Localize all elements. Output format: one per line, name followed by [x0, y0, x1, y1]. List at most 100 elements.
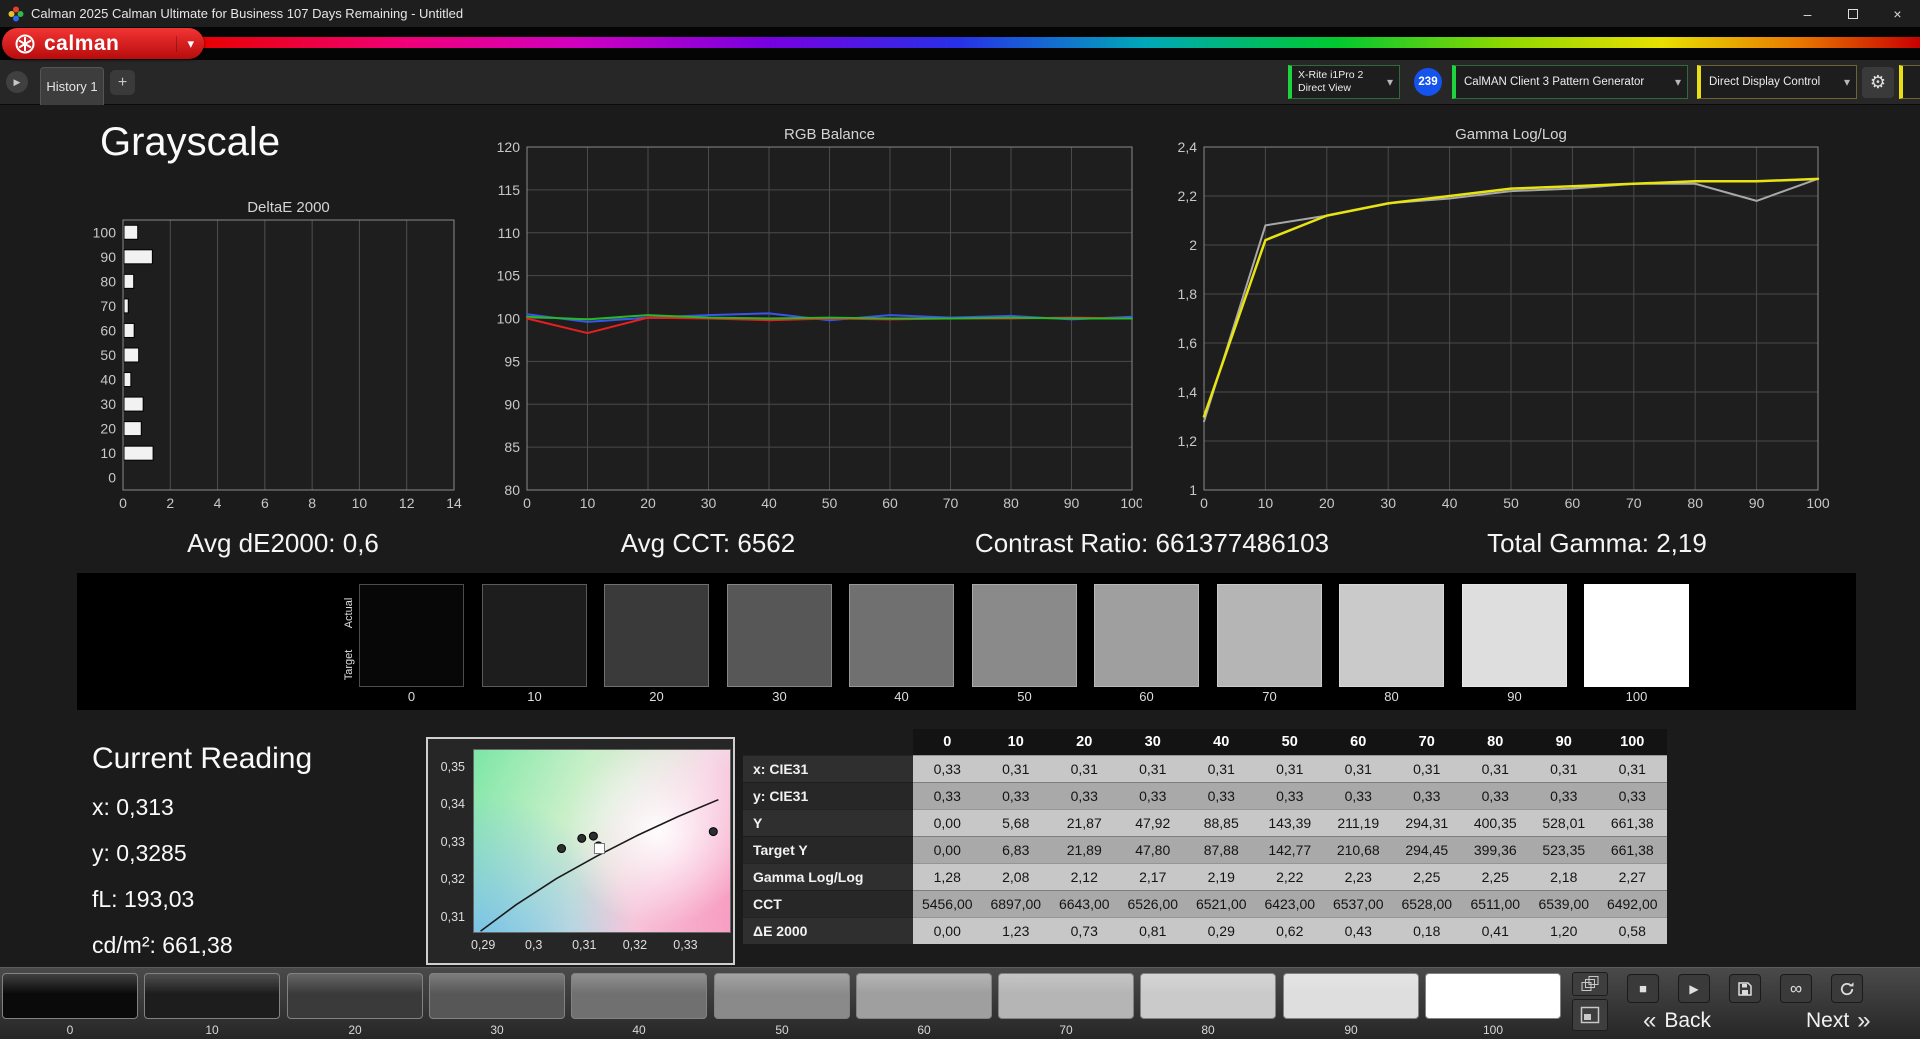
history-expand-button[interactable]: ▶ [6, 71, 28, 93]
partial-widget[interactable] [1899, 65, 1920, 99]
table-cell: 21,87 [1050, 809, 1119, 836]
grayscale-swatch-100 [1584, 584, 1689, 687]
svg-text:40: 40 [100, 372, 116, 388]
svg-text:10: 10 [352, 495, 368, 511]
pattern-button-label: 50 [775, 1023, 789, 1037]
refresh-button[interactable] [1831, 974, 1863, 1003]
chevron-down-icon: ▾ [1386, 75, 1393, 89]
display-control-selector[interactable]: Direct Display Control ▾ [1697, 65, 1857, 99]
table-cell: 0,31 [1187, 755, 1256, 782]
table-cell: 211,19 [1324, 809, 1393, 836]
expand-arrow-icon: ▶ [13, 76, 21, 87]
table-header-row: 0 10 20 30 40 50 60 70 80 90 100 [743, 729, 1667, 755]
window-layout-button[interactable] [1572, 972, 1608, 996]
tab-history-1[interactable]: History 1 [40, 67, 104, 105]
table-cell: 6537,00 [1324, 890, 1393, 917]
svg-text:10: 10 [100, 445, 116, 461]
swatch-label: 20 [649, 689, 664, 704]
table-cell: 294,45 [1392, 836, 1461, 863]
minimize-button[interactable]: – [1785, 0, 1830, 27]
minimize-icon: – [1803, 5, 1812, 22]
svg-text:90: 90 [100, 249, 116, 265]
swatch-label: 70 [1262, 689, 1277, 704]
play-button[interactable]: ▶ [1678, 974, 1710, 1003]
back-button[interactable]: « Back [1643, 1007, 1711, 1035]
row-label: CCT [743, 890, 913, 917]
pattern-button-70[interactable] [998, 973, 1134, 1019]
table-cell: 47,92 [1118, 809, 1187, 836]
pattern-button-30[interactable] [429, 973, 565, 1019]
svg-text:DeltaE 2000: DeltaE 2000 [247, 199, 330, 216]
grayscale-swatch-70 [1217, 584, 1322, 687]
table-cell: 0,33 [913, 755, 982, 782]
table-cell: 5,68 [981, 809, 1050, 836]
table-cell: 0,81 [1118, 917, 1187, 944]
table-cell: 661,38 [1598, 809, 1667, 836]
table-cell: 0,31 [981, 755, 1050, 782]
svg-text:110: 110 [498, 225, 521, 241]
settings-button[interactable]: ⚙ [1862, 67, 1894, 98]
cie-y-tick-label: 0,32 [440, 872, 465, 887]
cie-y-tick-label: 0,35 [440, 759, 465, 774]
svg-text:70: 70 [943, 495, 959, 511]
column-header: 40 [1187, 729, 1256, 755]
svg-text:90: 90 [504, 396, 520, 412]
table-cell: 400,35 [1461, 809, 1530, 836]
rainbow-strip [198, 37, 1920, 48]
pattern-button-90[interactable] [1283, 973, 1419, 1019]
pattern-button-60[interactable] [856, 973, 992, 1019]
meter-name: X-Rite i1Pro 2 [1298, 69, 1364, 81]
svg-text:80: 80 [504, 482, 520, 498]
pattern-button-50[interactable] [714, 973, 850, 1019]
maximize-button[interactable] [1830, 0, 1875, 27]
pattern-button-40[interactable] [571, 973, 707, 1019]
svg-text:80: 80 [1003, 495, 1019, 511]
table-cell: 0,31 [1529, 755, 1598, 782]
table-row: Gamma Log/Log 1,28 2,08 2,12 2,17 2,19 2,22 2,2… [743, 863, 1667, 890]
table-row: Y 0,00 5,68 21,87 47,92 88,85 143,39 211,19 294,… [743, 809, 1667, 836]
save-button[interactable] [1729, 974, 1761, 1003]
close-button[interactable]: × [1875, 0, 1920, 27]
pattern-button-label: 80 [1201, 1023, 1215, 1037]
svg-text:30: 30 [1380, 495, 1396, 511]
stop-icon: ■ [1639, 981, 1647, 996]
pattern-button-20[interactable] [287, 973, 423, 1019]
svg-text:12: 12 [399, 495, 415, 511]
stop-button[interactable]: ■ [1627, 974, 1659, 1003]
table-cell: 2,18 [1529, 863, 1598, 890]
grayscale-swatch-60 [1094, 584, 1199, 687]
pattern-button-0[interactable] [2, 973, 138, 1019]
svg-text:20: 20 [100, 421, 116, 437]
continuous-measure-button[interactable]: ∞ [1780, 974, 1812, 1003]
table-cell: 0,41 [1461, 917, 1530, 944]
meter-selector[interactable]: X-Rite i1Pro 2 Direct View ▾ [1288, 65, 1400, 99]
pattern-button-10[interactable] [144, 973, 280, 1019]
svg-text:0: 0 [108, 470, 116, 486]
svg-text:50: 50 [1503, 495, 1519, 511]
cie-x-tick-label: 0,29 [470, 938, 496, 952]
calman-menu-chevron-icon: ▾ [176, 35, 194, 52]
pattern-button-80[interactable] [1140, 973, 1276, 1019]
add-tab-button[interactable]: + [110, 70, 135, 95]
calman-main-menu-button[interactable]: calman ▾ [2, 28, 204, 59]
table-cell: 0,33 [1392, 782, 1461, 809]
svg-text:1: 1 [1189, 482, 1197, 498]
next-button[interactable]: Next » [1806, 1007, 1871, 1035]
swatch-label: 0 [407, 689, 416, 704]
pattern-button-label: 10 [205, 1023, 219, 1037]
row-label: ΔE 2000 [743, 917, 913, 944]
grayscale-swatch-50 [972, 584, 1077, 687]
table-cell: 0,31 [1392, 755, 1461, 782]
row-label: Y [743, 809, 913, 836]
svg-text:80: 80 [1687, 495, 1703, 511]
svg-text:0: 0 [523, 495, 531, 511]
pattern-window-button[interactable] [1572, 999, 1608, 1031]
calman-logo-text: calman [44, 31, 120, 55]
table-cell: 0,00 [913, 809, 982, 836]
svg-text:8: 8 [308, 495, 316, 511]
toolbar: ▶ History 1 + X-Rite i1Pro 2 Direct View… [0, 60, 1920, 105]
back-chevron-icon: « [1643, 1007, 1657, 1034]
target-axis-label: Target [343, 649, 355, 681]
pattern-button-100[interactable] [1425, 973, 1561, 1019]
pattern-generator-selector[interactable]: CalMAN Client 3 Pattern Generator ▾ [1452, 65, 1688, 99]
